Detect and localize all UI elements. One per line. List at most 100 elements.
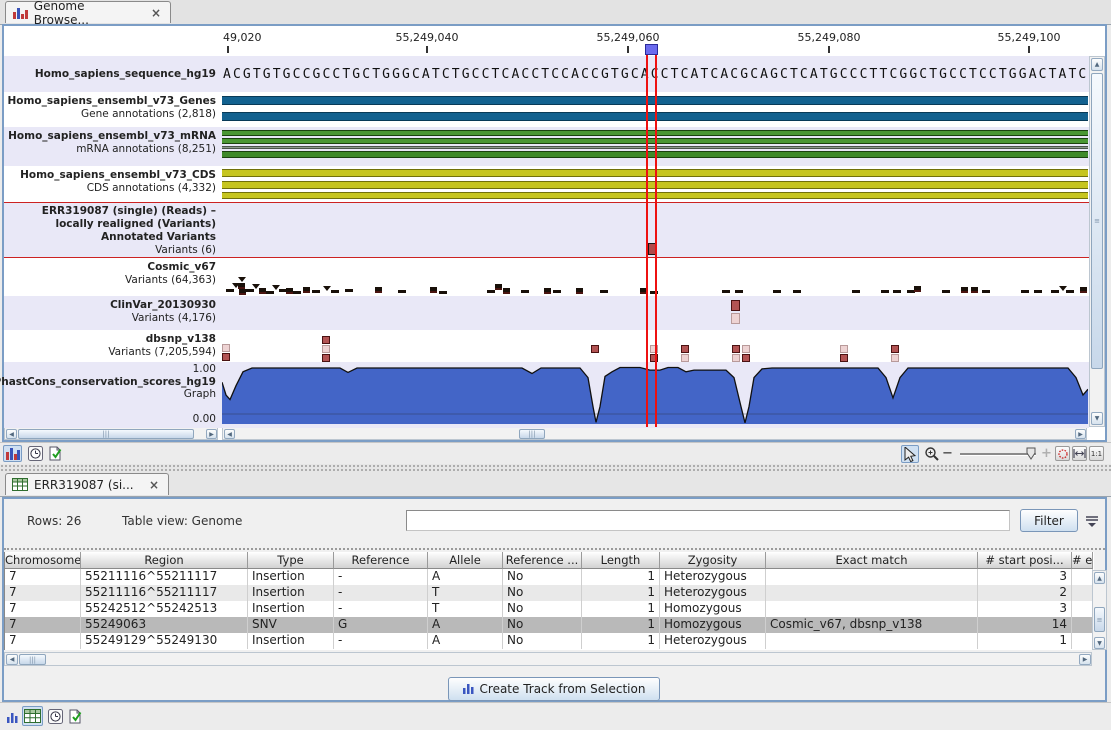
dbsnp-variant-mark[interactable] [840, 354, 848, 362]
close-icon[interactable]: × [148, 6, 164, 20]
tab-genome-browser[interactable]: Genome Browse... × [5, 1, 171, 23]
dbsnp-variant-mark[interactable] [840, 345, 848, 353]
scroll-up-icon[interactable]: ▲ [1091, 58, 1103, 71]
cosmic-variant-mark[interactable] [266, 291, 274, 294]
tab-variant-table[interactable]: ERR319087 (si... × [5, 473, 169, 495]
dbsnp-variant-mark[interactable] [732, 354, 740, 362]
scrollbar-thumb[interactable]: ||| [519, 429, 545, 439]
cosmic-variant-mark[interactable] [852, 290, 860, 293]
cosmic-variant-mark[interactable] [503, 288, 510, 294]
cosmic-variant-mark[interactable] [246, 289, 254, 292]
scroll-down-icon[interactable]: ▼ [1094, 637, 1105, 649]
cosmic-variant-mark[interactable] [553, 290, 561, 293]
label-hscrollbar[interactable]: ◀ ||| ▶ [4, 427, 218, 440]
cosmic-variant-mark[interactable] [722, 290, 730, 293]
table-row[interactable]: 755211116^55211117Insertion-TNo1Heterozy… [5, 585, 1093, 601]
create-track-button[interactable]: Create Track from Selection [448, 677, 660, 701]
panel-splitter[interactable] [0, 464, 1111, 471]
cosmic-variant-mark[interactable] [439, 291, 447, 294]
track-label-cosmic[interactable]: Cosmic_v67Variants (64,363) [4, 258, 218, 296]
dbsnp-variant-mark[interactable] [222, 353, 230, 361]
filter-input[interactable] [406, 510, 1010, 531]
element-info-button[interactable] [46, 445, 64, 462]
dbsnp-variant-mark[interactable] [681, 345, 689, 353]
track-label-dbsnp[interactable]: dbsnp_v138Variants (7,205,594) [4, 330, 218, 362]
dbsnp-variant-mark[interactable] [681, 354, 689, 362]
table-hscrollbar[interactable]: ◀ ||| ▶ [4, 652, 1092, 666]
cosmic-variant-mark[interactable] [323, 286, 331, 291]
scroll-left-icon[interactable]: ◀ [6, 429, 17, 439]
cosmic-variant-mark[interactable] [971, 287, 978, 293]
column-header[interactable]: Zygosity [660, 552, 766, 569]
cosmic-variant-mark[interactable] [982, 290, 990, 293]
dbsnp-variant-mark[interactable] [732, 345, 740, 353]
column-header[interactable]: Chromosome [5, 552, 81, 569]
cosmic-variant-mark[interactable] [793, 290, 801, 293]
cosmic-variant-mark[interactable] [1034, 290, 1042, 293]
cosmic-variant-mark[interactable] [286, 288, 293, 294]
ruler-area[interactable] [4, 26, 1105, 56]
column-header[interactable]: # start posi... [978, 552, 1072, 569]
dbsnp-variant-mark[interactable] [322, 345, 330, 353]
track-label-clinvar[interactable]: ClinVar_20130930Variants (4,176) [4, 296, 218, 330]
dbsnp-variant-mark[interactable] [591, 345, 599, 353]
zoom-100-button[interactable]: 1:1 [1089, 446, 1104, 461]
table-row[interactable]: 755249129^55249130Insertion-ANo1Heterozy… [5, 633, 1093, 649]
view-hscrollbar[interactable]: ◀ ||| ▶ [222, 427, 1087, 440]
track-label-phastcons[interactable]: 1.00PhastCons_conservation_scores_hg19Gr… [4, 362, 218, 428]
scrollbar-thumb[interactable]: ||| [19, 654, 46, 665]
track-view-button[interactable] [4, 708, 20, 726]
scrollbar-thumb[interactable]: ||| [18, 429, 194, 439]
cosmic-variant-mark[interactable] [293, 291, 301, 294]
column-header[interactable]: Allele [428, 552, 503, 569]
cosmic-variant-mark[interactable] [961, 287, 968, 293]
element-info-button[interactable] [66, 707, 84, 725]
scroll-right-icon[interactable]: ▶ [206, 429, 217, 439]
track-label-mrna[interactable]: Homo_sapiens_ensembl_v73_mRNAmRNA annota… [4, 127, 218, 166]
cosmic-variant-mark[interactable] [1021, 290, 1029, 293]
history-view-button[interactable] [26, 445, 44, 462]
column-header[interactable]: Reference [334, 552, 428, 569]
cosmic-variant-mark[interactable] [1066, 290, 1074, 293]
column-header[interactable]: Exact match [766, 552, 978, 569]
table-view-button[interactable] [22, 706, 43, 726]
pointer-mode-button[interactable] [901, 445, 919, 463]
filter-options-button[interactable] [1084, 513, 1100, 529]
clinvar-variant-mark[interactable] [731, 300, 740, 311]
table-row[interactable]: 755242512^55242513Insertion-TNo1Homozygo… [5, 601, 1093, 617]
scroll-left-icon[interactable]: ◀ [6, 654, 18, 665]
cosmic-variant-mark[interactable] [914, 286, 921, 292]
scroll-right-icon[interactable]: ▶ [1075, 429, 1086, 439]
clinvar-variant-mark[interactable] [731, 313, 740, 324]
cosmic-variant-mark[interactable] [521, 290, 529, 293]
scrollbar-thumb[interactable]: ≡ [1091, 73, 1103, 369]
cosmic-variant-mark[interactable] [942, 290, 950, 293]
history-view-button[interactable] [46, 707, 64, 725]
zoom-in-icon[interactable]: + [1041, 446, 1052, 461]
column-header[interactable]: Length [582, 552, 660, 569]
track-label-sequence[interactable]: Homo_sapiens_sequence_hg19 [4, 56, 218, 92]
dbsnp-variant-mark[interactable] [891, 354, 899, 362]
scrollbar-thumb[interactable]: ≡ [1094, 607, 1105, 632]
dbsnp-variant-mark[interactable] [322, 336, 330, 344]
cosmic-variant-mark[interactable] [773, 290, 781, 293]
track-label-cds[interactable]: Homo_sapiens_ensembl_v73_CDSCDS annotati… [4, 166, 218, 202]
cosmic-variant-mark[interactable] [259, 288, 266, 294]
column-header[interactable]: Region [81, 552, 248, 569]
zoom-out-icon[interactable]: − [942, 446, 953, 461]
cosmic-variant-mark[interactable] [226, 289, 234, 292]
cosmic-variant-mark[interactable] [1051, 290, 1059, 293]
table-row[interactable]: 755211116^55211117Insertion-ANo1Heterozy… [5, 569, 1093, 585]
view-vscrollbar[interactable]: ▲ ≡ ▼ [1089, 56, 1105, 427]
table-row[interactable]: 755249063SNVGANo1HomozygousCosmic_v67, d… [5, 617, 1093, 633]
column-header[interactable]: Type [248, 552, 334, 569]
scroll-up-icon[interactable]: ▲ [1094, 572, 1105, 584]
cosmic-variant-mark[interactable] [495, 284, 502, 290]
column-header[interactable]: # en [1072, 552, 1093, 569]
dbsnp-variant-mark[interactable] [742, 345, 750, 353]
track-view-button[interactable] [3, 445, 22, 462]
scroll-left-icon[interactable]: ◀ [224, 429, 235, 439]
fit-width-button[interactable] [1072, 446, 1087, 461]
dbsnp-variant-mark[interactable] [222, 344, 230, 352]
filter-button[interactable]: Filter [1020, 509, 1078, 532]
